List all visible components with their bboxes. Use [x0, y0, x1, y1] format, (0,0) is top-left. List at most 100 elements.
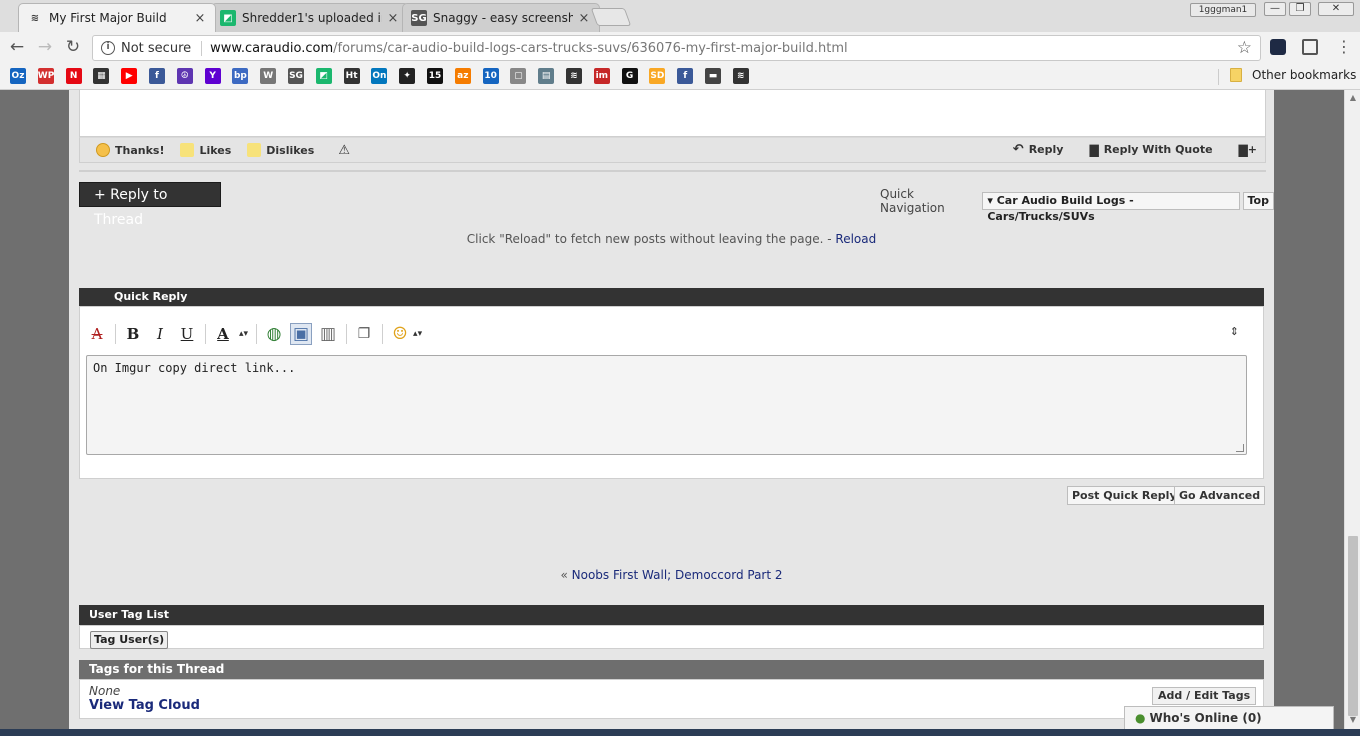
bookmark-icon[interactable]: Y [204, 68, 221, 84]
imgur-icon: ◩ [220, 10, 236, 26]
tab-imgur[interactable]: ◩ Shredder1's uploaded im × [211, 3, 409, 32]
url-path: /forums/car-audio-build-logs-cars-trucks… [333, 40, 848, 56]
bookmark-icon[interactable]: im [593, 68, 610, 84]
post-action-bar: Thanks! Likes Dislikes ⚠ ↶ Reply ▇ Reply… [79, 137, 1266, 163]
profile-button[interactable]: 1gggman1 [1190, 3, 1256, 17]
other-bookmarks[interactable]: Other bookmarks [1230, 68, 1356, 82]
multiquote-button[interactable]: ▇ + [1239, 143, 1257, 157]
bookmark-icon[interactable]: W [260, 68, 277, 84]
bookmark-star-icon[interactable]: ☆ [1237, 38, 1252, 58]
underline-button[interactable]: U [176, 323, 198, 345]
bookmark-icon[interactable]: ≋ [566, 68, 582, 84]
quick-navigation-select[interactable]: ▾ Car Audio Build Logs - Cars/Trucks/SUV… [982, 192, 1240, 223]
scroll-down-icon[interactable]: ▼ [1348, 715, 1358, 724]
go-advanced-button[interactable]: Go Advanced [1174, 486, 1266, 505]
thumbs-up-icon [180, 143, 195, 157]
font-color-button[interactable]: A [212, 323, 234, 345]
dislikes-label: Dislikes [266, 143, 315, 157]
bookmark-icon[interactable]: ▬ [705, 68, 721, 84]
smilies-icon[interactable]: ☺ [389, 323, 411, 345]
bookmark-icon[interactable]: 15 [427, 68, 443, 84]
tab-title: Shredder1's uploaded im [242, 11, 382, 25]
reply-to-thread-button[interactable]: + Reply to Thread [79, 182, 221, 228]
bookmark-icon[interactable]: ✦ [399, 68, 416, 84]
scrollbar[interactable]: ▲ ▼ [1344, 90, 1360, 736]
restore-button[interactable]: ❐ [1289, 2, 1311, 16]
toolbar-separator [346, 324, 348, 344]
whos-online-widget[interactable]: ● Who's Online (0) [1124, 706, 1334, 730]
bookmark-icon[interactable]: WP [37, 68, 54, 84]
message-textarea[interactable]: On Imgur copy direct link... [86, 355, 1247, 455]
os-taskbar [0, 729, 1360, 736]
forward-button[interactable]: → [33, 36, 57, 60]
bookmark-icon[interactable]: f [149, 68, 165, 84]
bookmark-icon[interactable]: On [371, 68, 388, 84]
bookmark-icon[interactable]: az [454, 68, 471, 84]
likes-button[interactable]: Likes [180, 143, 231, 157]
reply-with-quote-button[interactable]: ▇ Reply With Quote [1089, 143, 1212, 157]
bookmark-icon[interactable]: ☮ [176, 68, 193, 84]
scroll-thumb[interactable] [1348, 536, 1358, 716]
remove-format-icon[interactable]: A [86, 323, 108, 345]
info-icon[interactable]: i [101, 41, 115, 55]
resize-grip-icon[interactable] [1236, 444, 1244, 452]
tab-snaggy[interactable]: SG Snaggy - easy screensho × [402, 3, 600, 32]
minimize-button[interactable]: — [1264, 2, 1286, 16]
bookmark-icon[interactable]: 10 [482, 68, 499, 84]
bookmark-icon[interactable]: N [65, 68, 82, 84]
tab-my-first-major-build[interactable]: ≋ My First Major Build × [18, 3, 216, 32]
editor-resize-icon[interactable]: ⇕ [1230, 325, 1239, 338]
prev-thread-link[interactable]: Noobs First Wall; Democcord Part 2 [572, 568, 783, 582]
toolbar-separator [256, 324, 258, 344]
editor-toolbar: A B I U A ▴▾ ◍ ▣ ▥ ❐ ☺ ▴▾ [86, 321, 422, 347]
security-label[interactable]: Not secure [121, 40, 203, 56]
image-icon[interactable]: ▣ [290, 323, 313, 345]
cast-icon[interactable] [1302, 39, 1318, 55]
bookmark-icon[interactable]: ▦ [93, 68, 110, 84]
post-quick-reply-button[interactable]: Post Quick Reply [1067, 486, 1182, 505]
video-icon[interactable]: ▥ [317, 323, 339, 345]
tag-users-button[interactable]: Tag User(s) [90, 631, 169, 649]
bookmark-icon[interactable]: Oz [10, 68, 26, 84]
bookmark-icon[interactable]: bp [232, 68, 249, 84]
address-bar[interactable]: i Not secure www.caraudio.com /forums/ca… [92, 35, 1261, 61]
prev-next-thread: « Noobs First Wall; Democcord Part 2 [69, 568, 1274, 582]
bookmark-icon[interactable]: SG [288, 68, 304, 84]
view-tag-cloud-link[interactable]: View Tag Cloud [89, 698, 200, 713]
quick-reply-title: Quick Reply [114, 290, 188, 303]
new-tab-button[interactable] [590, 8, 632, 26]
bookmark-icon[interactable]: SD [649, 68, 666, 84]
bookmark-icon[interactable]: ▢ [510, 68, 527, 84]
quick-reply-header: Quick Reply [79, 288, 1264, 306]
window-close-button[interactable]: ✕ [1318, 2, 1354, 16]
link-icon[interactable]: ◍ [263, 323, 285, 345]
reply-button[interactable]: ↶ Reply [1013, 142, 1064, 157]
reload-button[interactable]: ↻ [61, 36, 85, 60]
back-button[interactable]: ← [5, 36, 29, 60]
top-button[interactable]: Top [1242, 192, 1274, 210]
bookmark-icon[interactable]: ◩ [315, 68, 332, 84]
quote-icon[interactable]: ❐ [353, 323, 375, 345]
thread-tags-body: None View Tag Cloud Add / Edit Tags [79, 679, 1264, 719]
scroll-up-icon[interactable]: ▲ [1348, 93, 1358, 102]
bookmark-icon[interactable]: ▤ [538, 68, 555, 84]
bookmark-icon[interactable]: ▶ [121, 68, 138, 84]
close-icon[interactable]: × [577, 11, 591, 26]
bold-button[interactable]: B [122, 323, 144, 345]
reload-link[interactable]: Reload [835, 232, 876, 246]
bookmark-icon[interactable]: f [677, 68, 694, 84]
add-edit-tags-button[interactable]: Add / Edit Tags [1152, 687, 1257, 705]
close-icon[interactable]: × [386, 11, 400, 26]
bookmark-icon[interactable]: G [621, 68, 638, 84]
menu-icon[interactable]: ⋮ [1336, 39, 1352, 55]
close-icon[interactable]: × [193, 11, 207, 26]
dislikes-button[interactable]: Dislikes [247, 143, 314, 157]
user-tag-list-header: User Tag List [79, 605, 1264, 625]
thumbs-down-icon [247, 143, 262, 157]
bookmark-icon[interactable]: ≋ [732, 68, 749, 84]
extension-icon[interactable] [1270, 39, 1286, 55]
bookmark-icon[interactable]: Ht [343, 68, 360, 84]
report-icon[interactable]: ⚠ [338, 143, 350, 158]
thanks-button[interactable]: Thanks! [96, 143, 164, 157]
italic-button[interactable]: I [149, 323, 171, 345]
